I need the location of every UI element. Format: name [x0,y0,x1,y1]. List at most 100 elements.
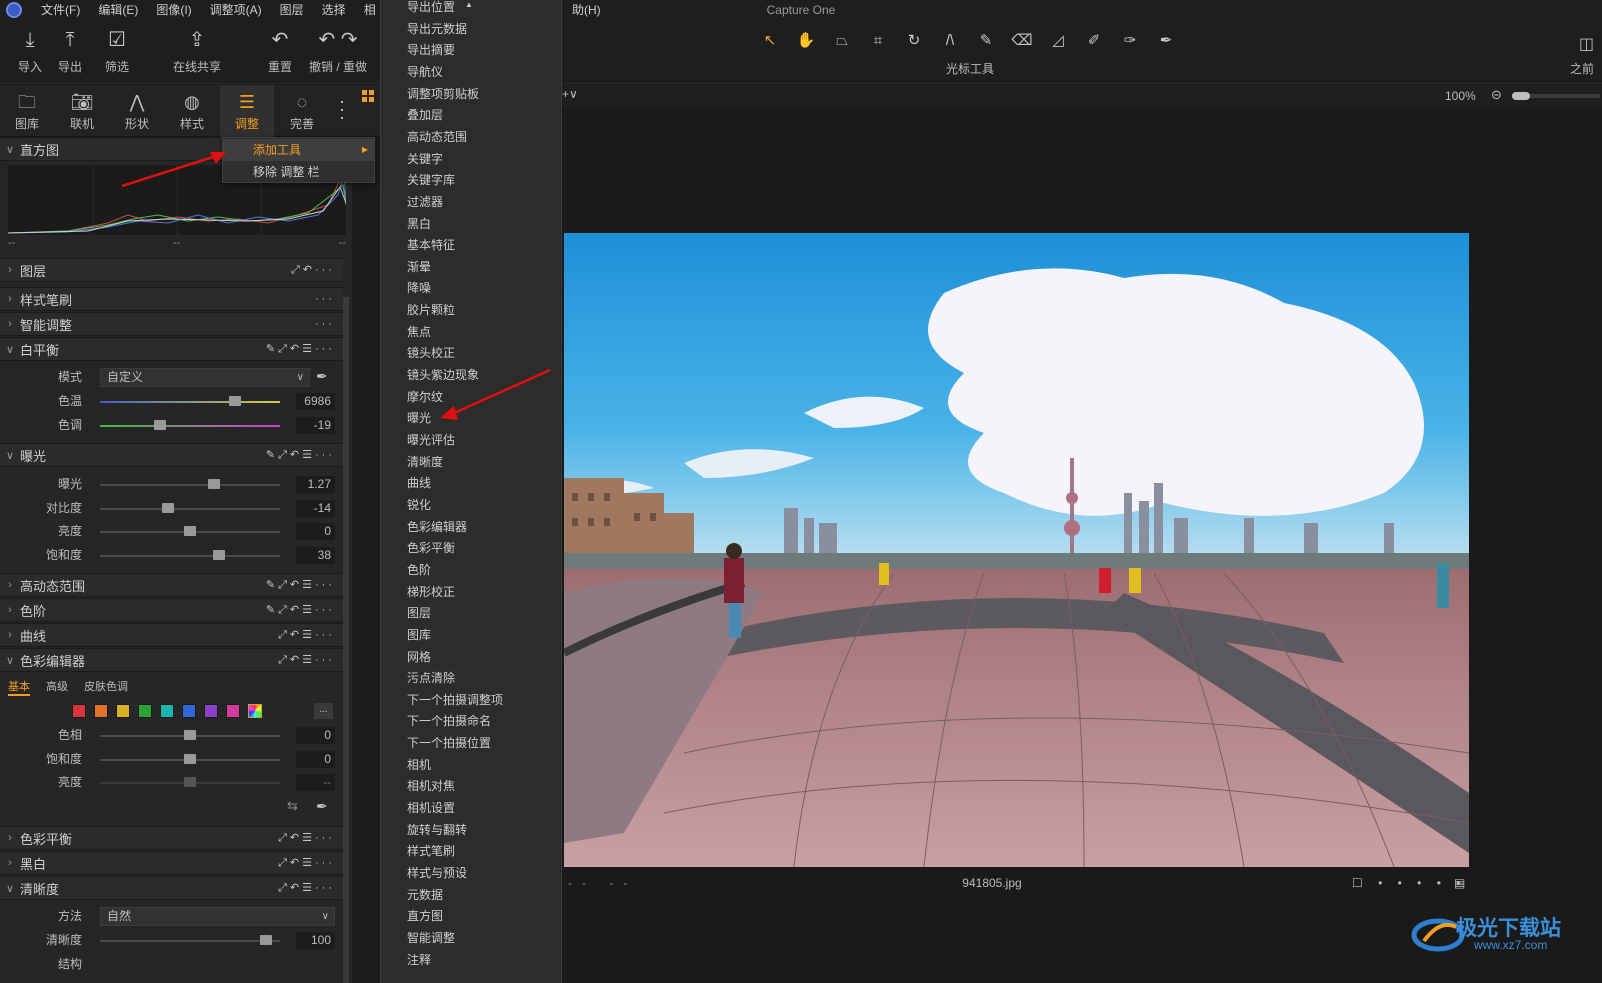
rating-stars[interactable]: ☐ • • • • • [1352,873,1466,893]
swatch-red[interactable] [72,704,86,718]
brightness-value[interactable]: 0 [296,523,335,540]
tool-list-item[interactable]: 降噪 [407,278,431,299]
tool-list-item[interactable]: 色彩平衡 [407,538,455,559]
menu-select[interactable]: 选择 [313,0,355,20]
tool-list-item[interactable]: 下一个拍摄命名 [407,711,491,732]
slider-thumb[interactable] [162,503,175,513]
slider-thumb[interactable] [259,935,272,945]
tool-list-item[interactable]: 元数据 [407,885,443,906]
tool-list-item[interactable]: 导出元数据 [407,19,467,40]
section-actions-icon[interactable]: ⤢↶☰··· [278,649,335,671]
exposure-header[interactable]: ∨ 曝光 ✎⤢↶☰··· [0,443,343,467]
tool-list-item[interactable]: 过滤器 [407,192,443,213]
color-light-value[interactable]: -- [296,774,335,791]
scroll-up-icon[interactable]: ▲ [465,0,473,9]
menu-image[interactable]: 图像(I) [147,0,200,20]
layers-header[interactable]: › 图层 ⤢↶··· [0,258,343,282]
tool-list-item[interactable]: 导出摘要 [407,40,455,61]
color-picker-icon[interactable]: ✒ [316,798,328,815]
tool-list-item[interactable]: 注释 [407,950,431,971]
tool-list-item[interactable]: 焦点 [407,322,431,343]
swatch-yellow[interactable] [116,704,130,718]
more-icon[interactable]: ··· [315,288,335,310]
tool-list-item[interactable]: 样式笔刷 [407,841,455,862]
swap-icon[interactable]: ⇆ [287,798,298,814]
slider-thumb[interactable] [184,777,196,787]
hue-value[interactable]: 0 [296,727,335,744]
slider-thumb[interactable] [207,479,220,489]
slider-thumb[interactable] [229,396,242,406]
zoom-slider[interactable] [1512,92,1600,100]
section-actions-icon[interactable]: ✎⤢↶☰··· [266,599,335,621]
tab-style[interactable]: ◍ 样式 [165,85,219,137]
section-actions-icon[interactable]: ✎⤢↶☰··· [266,574,335,596]
swatch-cyan[interactable] [160,704,174,718]
undo-redo-button[interactable]: ↶ ↷ 撤销 / 重做 [309,28,367,75]
more-colors-button[interactable]: ... [314,703,333,719]
swatch-green[interactable] [138,704,152,718]
wb-tint-slider[interactable] [100,420,280,430]
style-brush-header[interactable]: › 样式笔刷 ··· [0,287,343,311]
tool-list-item[interactable]: 高动态范围 [407,127,467,148]
tool-list-item[interactable]: 直方图 [407,906,443,927]
annotate-tool-icon[interactable]: ✒ [1151,30,1181,52]
tab-refine[interactable]: ◌ 完善 [275,85,329,137]
exposure-value[interactable]: 1.27 [296,476,335,493]
tab-adjust[interactable]: ☰ 调整 [220,85,274,137]
menu-layers[interactable]: 图层 [271,0,313,20]
menu-edit[interactable]: 编辑(E) [89,0,147,20]
color-editor-header[interactable]: ∨ 色彩编辑器 ⤢↶☰··· [0,648,343,672]
gradient-tool-icon[interactable]: ◿ [1043,30,1073,52]
clarity-slider[interactable] [100,935,280,945]
bw-header[interactable]: › 黑白 ⤢↶☰··· [0,851,343,875]
select-cursor-icon[interactable]: ↖ [755,30,785,52]
tool-list-item[interactable]: 样式与预设 [407,863,467,884]
menu-file[interactable]: 文件(F) [32,0,89,20]
section-actions-icon[interactable]: ⤢↶☰··· [278,624,335,646]
section-actions-icon[interactable]: ⤢↶☰··· [278,827,335,849]
remove-tab-menu-item[interactable]: 移除 调整 栏 [223,161,374,183]
tab-lens[interactable]: ⋀ 形状 [110,85,164,137]
slider-thumb[interactable] [184,754,196,764]
hdr-header[interactable]: › 高动态范围 ✎⤢↶☰··· [0,573,343,597]
tool-list-item[interactable]: 污点清除 [407,668,455,689]
list-view-icon[interactable]: ▤ [1454,873,1465,893]
color-light-slider[interactable] [100,777,280,787]
swatch-magenta[interactable] [226,704,240,718]
tool-list-item[interactable]: 网格 [407,647,431,668]
keystone-tool-icon[interactable]: ⏢ [827,30,857,52]
menu-help[interactable]: 助(H) [572,0,601,20]
tool-list-item[interactable]: 曝光 [407,408,431,429]
tool-list-item[interactable]: 渐晕 [407,257,431,278]
tab-basic[interactable]: 基本 [8,678,30,696]
hue-slider[interactable] [100,730,280,740]
tool-list-item[interactable]: 图库 [407,625,431,646]
more-tabs-icon[interactable]: · · · [337,92,347,126]
zoom-icon[interactable]: ⊝ [1491,87,1502,103]
tab-tether[interactable]: 📷︎ 联机 [55,85,109,137]
rotate-tool-icon[interactable]: ↻ [899,30,929,52]
tool-list-item[interactable]: 黑白 [407,214,431,235]
tool-list-item[interactable]: 导航仪 [407,62,443,83]
tool-list-item[interactable]: 锐化 [407,495,431,516]
menu-adjustments[interactable]: 调整项(A) [201,0,271,20]
color-sat-value[interactable]: 0 [296,751,335,768]
tool-list-item[interactable]: 曲线 [407,473,431,494]
slider-thumb[interactable] [184,526,196,536]
tool-list-item[interactable]: 关键字库 [407,170,455,191]
panorama-photo[interactable] [564,233,1469,867]
app-logo-icon[interactable] [6,2,22,18]
brush-tool-icon[interactable]: ✎ [971,30,1001,52]
color-sat-slider[interactable] [100,754,280,764]
contrast-slider[interactable] [100,503,280,513]
heal-tool-icon[interactable]: ✑ [1115,30,1145,52]
tool-list-item[interactable]: 相机 [407,755,431,776]
tool-list-item[interactable]: 关键字 [407,149,443,170]
section-actions-icon[interactable]: ⤢↶··· [291,259,335,281]
levels-header[interactable]: › 色阶 ✎⤢↶☰··· [0,598,343,622]
tool-list-item[interactable]: 镜头校正 [407,343,455,364]
tab-advanced[interactable]: 高级 [46,678,68,696]
picker-tool-icon[interactable]: ✐ [1079,30,1109,52]
straighten-tool-icon[interactable]: /\ [935,30,965,52]
tool-list-item[interactable]: 导出位置 [407,0,455,18]
